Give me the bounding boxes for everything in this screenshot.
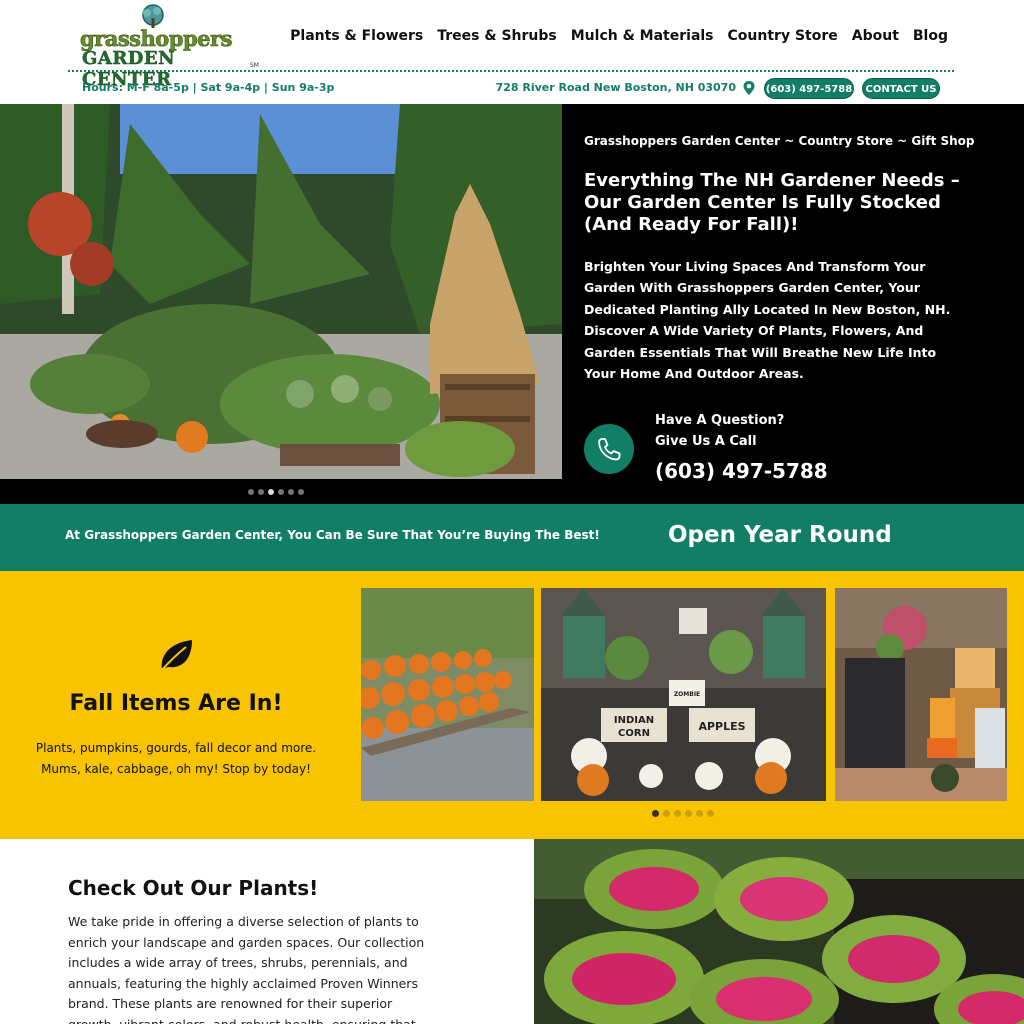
- sign-corn-text: CORN: [618, 728, 650, 739]
- site-header: grasshoppers GARDEN CENTER SM Plants & F…: [0, 0, 1024, 104]
- leaf-icon: [159, 640, 192, 673]
- nav-about[interactable]: About: [852, 28, 899, 44]
- fall-carousel-dots: [652, 810, 714, 817]
- carousel-dot[interactable]: [685, 810, 692, 817]
- carousel-dot[interactable]: [278, 489, 284, 495]
- carousel-dot[interactable]: [663, 810, 670, 817]
- tagline-text: At Grasshoppers Garden Center, You Can B…: [65, 528, 600, 542]
- hero-headline: Everything The NH Gardener Needs – Our G…: [584, 170, 960, 235]
- header-divider: [68, 70, 954, 72]
- store-address[interactable]: 728 River Road New Boston, NH 03070: [496, 81, 736, 94]
- plants-section: Check Out Our Plants! We take pride in o…: [0, 839, 1024, 1024]
- sign-indian-text: INDIAN: [614, 715, 654, 726]
- store-hours: Hours: M-F 8a-5p | Sat 9a-4p | Sun 9a-3p: [82, 81, 335, 94]
- call-prompt-line2: Give Us A Call: [655, 434, 757, 449]
- phone-pill-button[interactable]: (603) 497-5788: [764, 78, 854, 99]
- carousel-dot[interactable]: [258, 489, 264, 495]
- coleus-plant-photo: [534, 839, 1024, 1024]
- fall-decor-photo[interactable]: INDIAN CORN APPLES ZOMBIE: [541, 588, 826, 801]
- carousel-dot[interactable]: [288, 489, 294, 495]
- pumpkins-photo[interactable]: [361, 588, 534, 801]
- hero-body: Brighten Your Living Spaces And Transfor…: [584, 259, 951, 382]
- carousel-dot[interactable]: [707, 810, 714, 817]
- hero-carousel-dots: [248, 489, 304, 495]
- sign-apples-text: APPLES: [698, 720, 745, 733]
- fall-desc-line2: Mums, kale, cabbage, oh my! Stop by toda…: [41, 762, 311, 776]
- nav-mulch-materials[interactable]: Mulch & Materials: [571, 28, 714, 44]
- fall-desc-line1: Plants, pumpkins, gourds, fall decor and…: [35, 741, 317, 755]
- carousel-dot[interactable]: [248, 489, 254, 495]
- nav-blog[interactable]: Blog: [913, 28, 948, 44]
- scarecrow-decor-photo[interactable]: [835, 588, 1007, 801]
- carousel-dot[interactable]: [298, 489, 304, 495]
- plants-description: We take pride in offering a diverse sele…: [68, 914, 425, 1024]
- carousel-dot[interactable]: [696, 810, 703, 817]
- carousel-dot[interactable]: [674, 810, 681, 817]
- carousel-dot-active[interactable]: [652, 810, 659, 817]
- call-prompt-line1: Have A Question?: [655, 413, 785, 428]
- call-button[interactable]: [584, 424, 634, 474]
- logo-service-mark: SM: [250, 62, 259, 69]
- hero-garden-photo: [0, 104, 562, 479]
- nav-plants-flowers[interactable]: Plants & Flowers: [290, 28, 423, 44]
- map-pin-icon[interactable]: [742, 80, 756, 96]
- sign-zombie-text: ZOMBIE: [674, 691, 700, 698]
- call-phone-number[interactable]: (603) 497-5788: [655, 459, 828, 483]
- contact-us-button[interactable]: CONTACT US: [862, 78, 940, 99]
- plants-heading: Check Out Our Plants!: [68, 876, 319, 900]
- fall-items-title: Fall Items Are In!: [69, 691, 283, 716]
- fall-items-section: Fall Items Are In! Plants, pumpkins, gou…: [0, 571, 1024, 839]
- tagline-band: At Grasshoppers Garden Center, You Can B…: [0, 504, 1024, 571]
- info-bar: Hours: M-F 8a-5p | Sat 9a-4p | Sun 9a-3p…: [82, 78, 942, 100]
- carousel-dot-active[interactable]: [268, 489, 274, 495]
- hero-section: Grasshoppers Garden Center ~ Country Sto…: [0, 104, 1024, 504]
- main-nav: Plants & Flowers Trees & Shrubs Mulch & …: [290, 28, 948, 44]
- phone-icon: [598, 438, 621, 461]
- site-logo[interactable]: grasshoppers GARDEN CENTER SM: [80, 4, 260, 90]
- open-year-round-heading: Open Year Round: [668, 522, 892, 548]
- hero-eyebrow: Grasshoppers Garden Center ~ Country Sto…: [584, 134, 975, 148]
- fall-items-description: Plants, pumpkins, gourds, fall decor and…: [12, 738, 340, 780]
- nav-trees-shrubs[interactable]: Trees & Shrubs: [437, 28, 556, 44]
- nav-country-store[interactable]: Country Store: [728, 28, 838, 44]
- call-prompt: Have A Question? Give Us A Call: [655, 410, 784, 452]
